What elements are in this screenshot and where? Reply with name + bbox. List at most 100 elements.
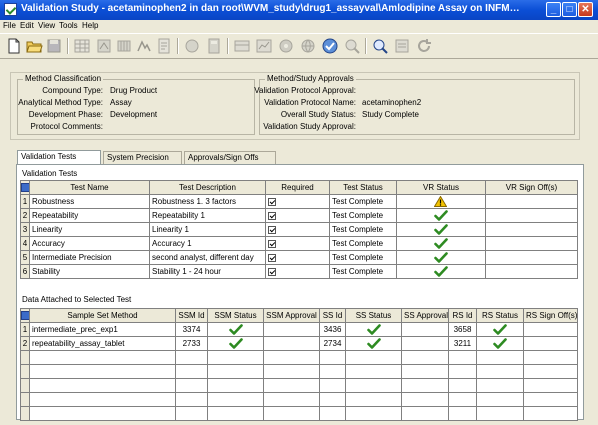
test-description-cell[interactable]: Repeatability 1 <box>149 208 266 223</box>
sample-set-icon[interactable] <box>115 37 133 55</box>
row-number[interactable] <box>20 378 30 393</box>
test-description-cell[interactable]: Accuracy 1 <box>149 236 266 251</box>
test-status-cell[interactable]: Test Complete <box>329 236 397 251</box>
empty-cell[interactable] <box>29 350 176 365</box>
search-icon[interactable] <box>343 37 361 55</box>
test-status-cell[interactable]: Test Complete <box>329 250 397 265</box>
empty-cell[interactable] <box>448 406 477 421</box>
empty-cell[interactable] <box>263 406 320 421</box>
col-ss-status[interactable]: SS Status <box>345 308 402 323</box>
empty-cell[interactable] <box>476 364 524 379</box>
table-row[interactable]: 6 Stability Stability 1 - 24 hour Test Comp… <box>20 264 578 279</box>
ss-id-cell[interactable]: 2734 <box>319 336 346 351</box>
test-name-cell[interactable]: Intermediate Precision <box>29 250 150 265</box>
rs-status-cell[interactable] <box>476 322 524 337</box>
row-number[interactable]: 2 <box>20 336 30 351</box>
test-description-cell[interactable]: second analyst, different day <box>149 250 266 265</box>
col-ssm-status[interactable]: SSM Status <box>207 308 264 323</box>
empty-cell[interactable] <box>29 406 176 421</box>
test-status-cell[interactable]: Test Complete <box>329 194 397 209</box>
vr-status-cell[interactable] <box>396 236 486 251</box>
col-vr-status[interactable]: VR Status <box>396 180 486 195</box>
required-checkbox[interactable] <box>268 225 276 234</box>
vr-sign-off-cell[interactable] <box>485 208 578 223</box>
print-icon[interactable] <box>183 37 201 55</box>
empty-row[interactable] <box>20 378 578 393</box>
required-cell[interactable] <box>265 250 330 265</box>
row-number[interactable] <box>20 350 30 365</box>
test-name-cell[interactable]: Linearity <box>29 222 150 237</box>
empty-cell[interactable] <box>29 378 176 393</box>
col-test-name[interactable]: Test Name <box>29 180 150 195</box>
row-number[interactable]: 3 <box>20 222 30 237</box>
empty-cell[interactable] <box>207 378 264 393</box>
test-name-cell[interactable]: Repeatability <box>29 208 150 223</box>
required-checkbox[interactable] <box>268 211 276 220</box>
sample-set-method-cell[interactable]: repeatability_assay_tablet <box>29 336 176 351</box>
empty-cell[interactable] <box>175 350 208 365</box>
row-number[interactable]: 6 <box>20 264 30 279</box>
grid-view-icon[interactable] <box>73 37 91 55</box>
ssm-approval-cell[interactable] <box>263 336 320 351</box>
empty-cell[interactable] <box>175 392 208 407</box>
required-checkbox[interactable] <box>268 239 276 248</box>
empty-cell[interactable] <box>29 364 176 379</box>
menu-help[interactable]: Help <box>82 21 98 30</box>
close-button[interactable]: ✕ <box>578 2 593 17</box>
open-folder-icon[interactable] <box>25 37 43 55</box>
vr-status-cell[interactable] <box>396 208 486 223</box>
empty-cell[interactable] <box>401 378 449 393</box>
sample-set-method-cell[interactable]: intermediate_prec_exp1 <box>29 322 176 337</box>
empty-cell[interactable] <box>345 392 402 407</box>
empty-cell[interactable] <box>448 364 477 379</box>
table-row[interactable]: 4 Accuracy Accuracy 1 Test Complete <box>20 236 578 251</box>
row-number[interactable]: 2 <box>20 208 30 223</box>
empty-cell[interactable] <box>319 350 346 365</box>
col-rs-status[interactable]: RS Status <box>476 308 524 323</box>
empty-cell[interactable] <box>175 378 208 393</box>
ss-approval-cell[interactable] <box>401 322 449 337</box>
empty-cell[interactable] <box>207 364 264 379</box>
vr-sign-off-cell[interactable] <box>485 194 578 209</box>
empty-cell[interactable] <box>523 364 578 379</box>
ssm-status-cell[interactable] <box>207 336 264 351</box>
menu-edit[interactable]: Edit <box>20 21 34 30</box>
vr-sign-off-cell[interactable] <box>485 264 578 279</box>
empty-row[interactable] <box>20 392 578 407</box>
test-name-cell[interactable]: Stability <box>29 264 150 279</box>
table-row[interactable]: 1 intermediate_prec_exp1 3374 3436 3658 <box>20 322 578 337</box>
rs-sign-off-cell[interactable] <box>523 336 578 351</box>
col-rs-id[interactable]: RS Id <box>448 308 477 323</box>
empty-cell[interactable] <box>523 378 578 393</box>
required-cell[interactable] <box>265 236 330 251</box>
refresh-icon[interactable] <box>415 37 433 55</box>
empty-cell[interactable] <box>448 378 477 393</box>
minimize-button[interactable]: _ <box>546 2 561 17</box>
row-number[interactable]: 4 <box>20 236 30 251</box>
vr-status-cell[interactable] <box>396 264 486 279</box>
ssm-id-cell[interactable]: 3374 <box>175 322 208 337</box>
empty-cell[interactable] <box>476 392 524 407</box>
empty-cell[interactable] <box>175 364 208 379</box>
row-number[interactable]: 1 <box>20 322 30 337</box>
empty-cell[interactable] <box>476 350 524 365</box>
tab-system-precision[interactable]: System Precision <box>103 151 182 164</box>
required-checkbox[interactable] <box>268 253 276 262</box>
col-vr-sign-offs[interactable]: VR Sign Off(s) <box>485 180 578 195</box>
menu-tools[interactable]: Tools <box>59 21 78 30</box>
vr-sign-off-cell[interactable] <box>485 222 578 237</box>
zoom-icon[interactable] <box>371 37 389 55</box>
ss-status-cell[interactable] <box>345 322 402 337</box>
signoff-icon[interactable] <box>135 37 153 55</box>
empty-cell[interactable] <box>476 406 524 421</box>
required-checkbox[interactable] <box>268 197 276 206</box>
required-cell[interactable] <box>265 208 330 223</box>
table-icon[interactable] <box>233 37 251 55</box>
empty-cell[interactable] <box>319 364 346 379</box>
maximize-button[interactable]: □ <box>562 2 577 17</box>
empty-row[interactable] <box>20 350 578 365</box>
col-ssm-approval[interactable]: SSM Approval <box>263 308 320 323</box>
method-icon[interactable] <box>95 37 113 55</box>
empty-cell[interactable] <box>207 392 264 407</box>
empty-row[interactable] <box>20 406 578 421</box>
